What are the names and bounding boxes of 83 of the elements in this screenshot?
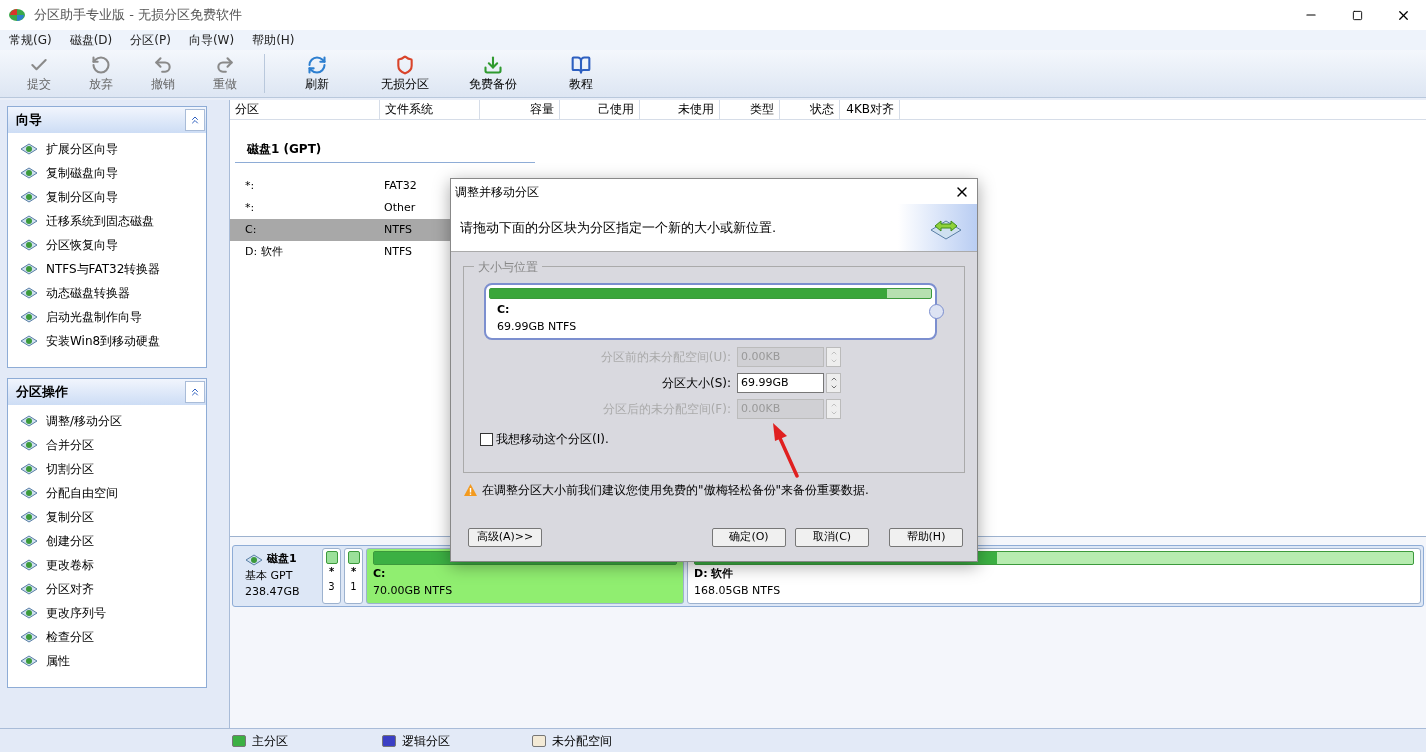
sidebar-item[interactable]: 安装Win8到移动硬盘 <box>8 329 206 353</box>
menu-item[interactable]: 常规(G) <box>4 31 57 49</box>
column-header[interactable]: 4KB对齐 <box>840 100 900 119</box>
menu-item[interactable]: 磁盘(D) <box>64 31 118 49</box>
dialog-instruction: 请拖动下面的分区块为分区指定一个新的大小或新位置. <box>460 218 778 237</box>
table-row[interactable]: *: Other <box>230 197 450 219</box>
window-title: 分区助手专业版 - 无损分区免费软件 <box>34 6 242 25</box>
column-header[interactable]: 类型 <box>720 100 780 119</box>
legend-label: 未分配空间 <box>552 732 612 750</box>
menu-item[interactable]: 帮助(H) <box>247 31 300 49</box>
spin-buttons[interactable] <box>826 347 841 367</box>
table-row[interactable]: *: FAT32 <box>230 175 450 197</box>
sidebar-item[interactable]: 属性 <box>8 649 206 673</box>
partition-slider[interactable]: C: 69.99GB NTFS <box>484 283 938 340</box>
refresh-icon <box>307 54 327 75</box>
legend-label: 逻辑分区 <box>402 732 450 750</box>
sidebar-item[interactable]: 创建分区 <box>8 529 206 553</box>
sidebar-item[interactable]: 扩展分区向导 <box>8 137 206 161</box>
toolbar-button[interactable]: 无损分区 <box>361 50 449 97</box>
sidebar-item[interactable]: 分区恢复向导 <box>8 233 206 257</box>
group-title: 大小与位置 <box>474 258 542 276</box>
column-header[interactable]: 状态 <box>780 100 840 119</box>
warning-text: 在调整分区大小前我们建议您使用免费的"傲梅轻松备份"来备份重要数据. <box>482 482 869 499</box>
partition-block[interactable]: D: 软件 168.05GB NTFS <box>687 548 1421 604</box>
spin-buttons[interactable] <box>826 373 841 393</box>
sidebar-item[interactable]: NTFS与FAT32转换器 <box>8 257 206 281</box>
column-header[interactable]: 文件系统 <box>380 100 480 119</box>
shield-icon <box>395 54 415 75</box>
column-header[interactable]: 己使用 <box>560 100 640 119</box>
collapse-button[interactable] <box>185 381 205 403</box>
checkbox[interactable] <box>480 432 493 446</box>
collapse-icon <box>189 386 201 398</box>
toolbar-button[interactable]: 教程 <box>537 50 625 97</box>
sidebar-item[interactable]: 合并分区 <box>8 433 206 457</box>
sidebar-item[interactable]: 切割分区 <box>8 457 206 481</box>
redo-icon <box>215 54 235 75</box>
annotation-arrow <box>770 422 800 478</box>
menu-item[interactable]: 分区(P) <box>125 31 176 49</box>
panel-title: 分区操作 <box>15 383 69 402</box>
toolbar-button[interactable]: 刷新 <box>273 50 361 97</box>
book-icon <box>571 54 591 75</box>
spin-buttons[interactable] <box>826 399 841 419</box>
backup-icon <box>483 54 503 75</box>
collapse-icon <box>189 114 201 126</box>
dialog-title: 调整并移动分区 <box>455 183 540 201</box>
app-logo-icon <box>8 8 26 22</box>
partition-block[interactable]: * 1 <box>344 548 363 604</box>
menu-item[interactable]: 向导(W) <box>183 31 240 49</box>
sidebar-item[interactable]: 复制磁盘向导 <box>8 161 206 185</box>
disk-group-header: 磁盘1 (GPT) <box>235 140 535 163</box>
panel-title: 向导 <box>15 111 43 130</box>
sidebar-item[interactable]: 调整/移动分区 <box>8 409 206 433</box>
size-spinner[interactable]: 69.99GB <box>737 373 824 393</box>
sidebar-item[interactable]: 分区对齐 <box>8 577 206 601</box>
legend-label: 主分区 <box>252 732 288 750</box>
sidebar-item[interactable]: 分配自由空间 <box>8 481 206 505</box>
table-row[interactable]: C: NTFS <box>230 219 450 241</box>
advanced-button[interactable]: 高级(A)>> <box>468 528 542 547</box>
maximize-icon <box>1351 9 1363 21</box>
column-header[interactable]: 容量 <box>480 100 560 119</box>
sidebar-item[interactable]: 动态磁盘转换器 <box>8 281 206 305</box>
sidebar-item[interactable]: 复制分区向导 <box>8 185 206 209</box>
column-header[interactable]: 未使用 <box>640 100 720 119</box>
move-checkbox[interactable]: 我想移动这个分区(I). <box>480 430 944 448</box>
collapse-button[interactable] <box>185 109 205 131</box>
sidebar-item[interactable]: 检查分区 <box>8 625 206 649</box>
partition-block[interactable]: * 3 <box>322 548 341 604</box>
sidebar-item[interactable]: 复制分区 <box>8 505 206 529</box>
ok-button[interactable]: 确定(O) <box>712 528 786 547</box>
sidebar-item[interactable]: 更改序列号 <box>8 601 206 625</box>
field-label: 分区大小(S): <box>660 375 732 392</box>
sidebar-item[interactable]: 迁移系统到固态磁盘 <box>8 209 206 233</box>
warning-icon <box>463 483 478 497</box>
disk-info[interactable]: 磁盘1 基本 GPT 238.47GB <box>235 548 319 604</box>
discard-icon <box>91 54 111 75</box>
cancel-button[interactable]: 取消(C) <box>795 528 869 547</box>
help-button[interactable]: 帮助(H) <box>889 528 963 547</box>
toolbar-button[interactable]: 免费备份 <box>449 50 537 97</box>
undo-icon <box>153 54 173 75</box>
sidebar-item[interactable]: 启动光盘制作向导 <box>8 305 206 329</box>
column-header[interactable]: 分区 <box>230 100 380 119</box>
table-row[interactable]: D: 软件 NTFS <box>230 241 450 263</box>
sidebar-item[interactable]: 更改卷标 <box>8 553 206 577</box>
